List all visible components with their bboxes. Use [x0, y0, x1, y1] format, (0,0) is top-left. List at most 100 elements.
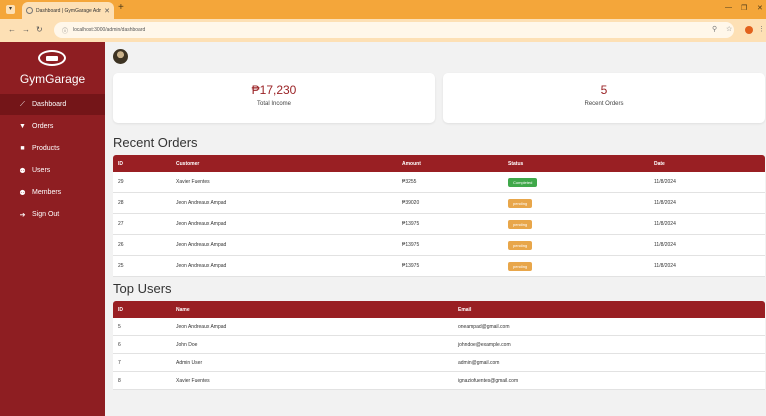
admin-avatar[interactable] — [113, 49, 128, 64]
bookmark-star-icon[interactable]: ☆ — [726, 25, 732, 33]
new-tab-icon[interactable]: + — [118, 2, 124, 13]
status-cell: pending — [503, 261, 649, 271]
site-info-icon[interactable]: ⓘ — [62, 26, 68, 35]
order-date: 11/8/2024 — [654, 200, 676, 206]
browser-menu-icon[interactable]: ⋮ — [758, 25, 765, 33]
total-income-card: ₱17,230 Total Income — [113, 73, 435, 123]
user-name: Admin User — [176, 359, 203, 366]
sidebar-item-label: Dashboard — [32, 101, 67, 108]
chart-line-icon: ⟋ — [20, 100, 25, 108]
user-name: Jeon Andreaux Ampad — [176, 323, 227, 330]
order-id: 25 — [118, 263, 124, 269]
close-window-icon[interactable]: ✕ — [757, 4, 763, 12]
sidebar-item-orders[interactable]: ▼ Orders — [0, 116, 105, 137]
status-cell: pending — [503, 219, 649, 229]
sidebar-item-users[interactable]: ⚉ Users — [0, 160, 105, 181]
gymgarage-logo-icon — [38, 50, 66, 66]
user-name: John Doe — [176, 341, 198, 348]
forward-icon[interactable]: → — [22, 25, 30, 34]
user-email: admin@gmail.com — [458, 359, 500, 366]
table-row: 29 Xavier Fuentes ₱3255 Completed 11/8/2024 — [113, 172, 765, 193]
order-customer: Jeon Andreaux Ampad — [176, 200, 227, 206]
table-row: 26 Jeon Andreaux Ampad ₱13975 pending 11/8/2… — [113, 235, 765, 256]
table-row: 28 Jeon Andreaux Ampad ₱39020 pending 11/8/2… — [113, 193, 765, 214]
table-row: 7 Admin User admin@gmail.com — [113, 354, 765, 372]
sidebar-item-label: Sign Out — [32, 211, 60, 218]
column-header: Name — [176, 306, 190, 313]
column-header: Email — [458, 306, 472, 313]
translate-icon[interactable]: ⚲ — [712, 25, 717, 33]
user-id: 5 — [118, 323, 121, 330]
column-header: Status — [508, 160, 524, 167]
table-row: 8 Xavier Fuentes ignaziofuentes@gmail.com — [113, 372, 765, 390]
brand-name: GymGarage — [19, 72, 86, 86]
browser-tab[interactable]: Dashboard | GymGarage Admin ✕ — [22, 2, 114, 19]
total-income-label: Total Income — [256, 101, 292, 107]
recent-orders-count: 5 — [600, 83, 608, 97]
user-email: johndoe@example.com — [458, 341, 511, 348]
column-header: ID — [118, 306, 123, 313]
order-amount: ₱39020 — [402, 200, 420, 206]
recent-orders-label: Recent Orders — [584, 101, 624, 107]
sidebar-item-label: Users — [32, 167, 51, 174]
order-id: 26 — [118, 242, 124, 248]
status-cell: pending — [503, 240, 649, 250]
status-badge: pending — [508, 261, 533, 271]
reload-icon[interactable]: ↻ — [36, 25, 43, 34]
table-row: 5 Jeon Andreaux Ampad oneampad@gmail.com — [113, 318, 765, 336]
total-income-value: ₱17,230 — [251, 83, 297, 97]
maximize-icon[interactable]: ❐ — [741, 4, 747, 12]
order-customer: Jeon Andreaux Ampad — [176, 221, 227, 227]
order-customer: Xavier Fuentes — [176, 179, 210, 185]
table-row: 6 John Doe johndoe@example.com — [113, 336, 765, 354]
tab-favicon-icon — [26, 7, 33, 14]
user-id: 8 — [118, 377, 121, 384]
sidebar: GymGarage ⟋ Dashboard ▼ Orders ■ Product… — [0, 42, 105, 416]
table-header: ID Customer Amount Status Date — [113, 155, 765, 172]
user-email: oneampad@gmail.com — [458, 323, 510, 330]
status-badge: pending — [508, 240, 533, 250]
column-header: Customer — [176, 160, 200, 167]
top-users-body: 5 Jeon Andreaux Ampad oneampad@gmail.com 6 J… — [113, 318, 765, 390]
recent-orders-table: ID Customer Amount Status Date 29 Xavier … — [113, 155, 765, 277]
table-row: 27 Jeon Andreaux Ampad ₱13975 pending 11/8/2… — [113, 214, 765, 235]
order-amount: ₱13975 — [402, 263, 420, 269]
order-id: 27 — [118, 221, 124, 227]
recent-orders-card: 5 Recent Orders — [443, 73, 765, 123]
order-amount: ₱13975 — [402, 242, 420, 248]
user-name: Xavier Fuentes — [176, 377, 210, 384]
profile-avatar-icon[interactable] — [745, 26, 753, 34]
sidebar-item-products[interactable]: ■ Products — [0, 138, 105, 159]
browser-tab-bar: ▾ Dashboard | GymGarage Admin ✕ + — ❐ ✕ — [0, 0, 766, 19]
order-date: 11/8/2024 — [654, 242, 676, 248]
order-date: 11/8/2024 — [654, 179, 676, 185]
url-field[interactable]: ⓘ localhost:3000/admin/dashboard — [54, 22, 734, 38]
user-id: 6 — [118, 341, 121, 348]
order-customer: Jeon Andreaux Ampad — [176, 263, 227, 269]
url-text: localhost:3000/admin/dashboard — [73, 27, 146, 33]
sidebar-item-dashboard[interactable]: ⟋ Dashboard — [0, 94, 105, 115]
back-icon[interactable]: ← — [8, 25, 16, 34]
minimize-icon[interactable]: — — [725, 4, 732, 11]
order-amount: ₱3255 — [402, 179, 417, 185]
sidebar-item-label: Members — [32, 189, 62, 196]
status-badge: pending — [508, 219, 533, 229]
order-id: 29 — [118, 179, 124, 185]
status-cell: pending — [503, 198, 649, 208]
status-cell: Completed — [503, 177, 649, 187]
tab-title: Dashboard | GymGarage Admin — [36, 7, 102, 14]
order-date: 11/8/2024 — [654, 221, 676, 227]
members-icon: ⚉ — [19, 189, 26, 197]
sidebar-item-members[interactable]: ⚉ Members — [0, 182, 105, 203]
order-date: 11/8/2024 — [654, 263, 676, 269]
sidebar-item-label: Products — [32, 145, 60, 152]
column-header: Date — [654, 160, 665, 167]
column-header: Amount — [402, 160, 421, 167]
sidebar-item-label: Orders — [32, 123, 54, 130]
status-badge: Completed — [508, 177, 538, 187]
tab-search-icon[interactable]: ▾ — [6, 5, 15, 14]
close-tab-icon[interactable]: ✕ — [104, 7, 110, 15]
order-id: 28 — [118, 200, 124, 206]
sidebar-nav: ⟋ Dashboard ▼ Orders ■ Products ⚉ Users … — [0, 94, 105, 226]
sidebar-item-sign-out[interactable]: ➔ Sign Out — [0, 204, 105, 225]
